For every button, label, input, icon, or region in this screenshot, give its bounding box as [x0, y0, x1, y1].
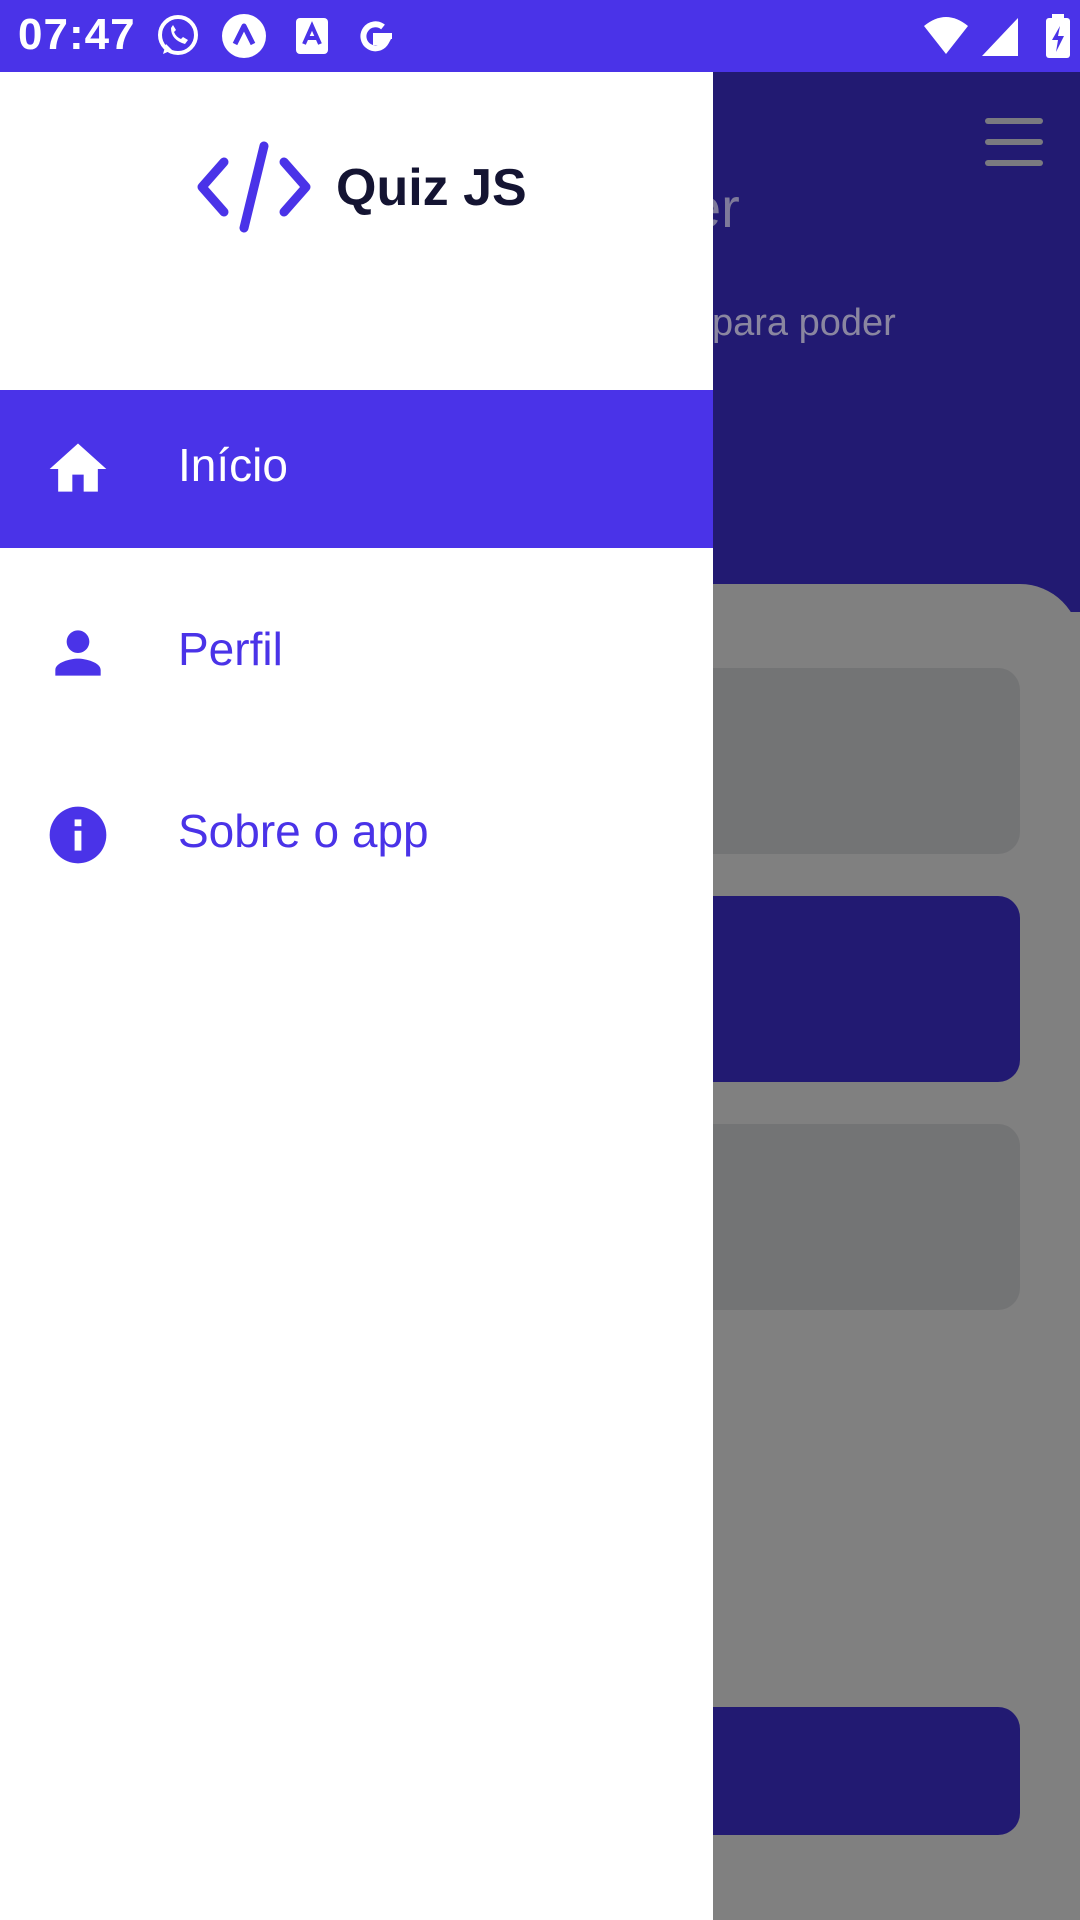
wifi-icon — [924, 17, 968, 54]
header-subtitle: para poder — [712, 302, 896, 344]
status-time: 07:47 — [18, 10, 136, 59]
code-icon — [197, 141, 311, 233]
drawer-item-perfil[interactable]: Perfil — [0, 574, 713, 732]
drawer-item-label: Perfil — [178, 623, 283, 675]
drawer-item-label: Início — [178, 439, 288, 491]
drawer-item-sobre[interactable]: Sobre o app — [0, 756, 713, 914]
info-icon — [49, 806, 107, 864]
whatsapp-icon — [158, 15, 198, 55]
signal-icon — [982, 18, 1018, 56]
status-bar: 07:47 — [0, 0, 1080, 72]
drawer-item-inicio[interactable]: Início — [0, 390, 713, 548]
vpn-icon — [222, 14, 266, 58]
home-icon — [49, 443, 107, 492]
translate-icon — [296, 18, 328, 54]
person-icon — [55, 630, 101, 676]
app-title: Quiz JS — [336, 159, 527, 217]
navigation-drawer — [0, 72, 713, 1920]
hamburger-icon[interactable] — [985, 118, 1043, 166]
drawer-item-label: Sobre o app — [178, 805, 429, 857]
battery-charging-icon — [1046, 14, 1070, 58]
google-icon — [360, 21, 392, 52]
